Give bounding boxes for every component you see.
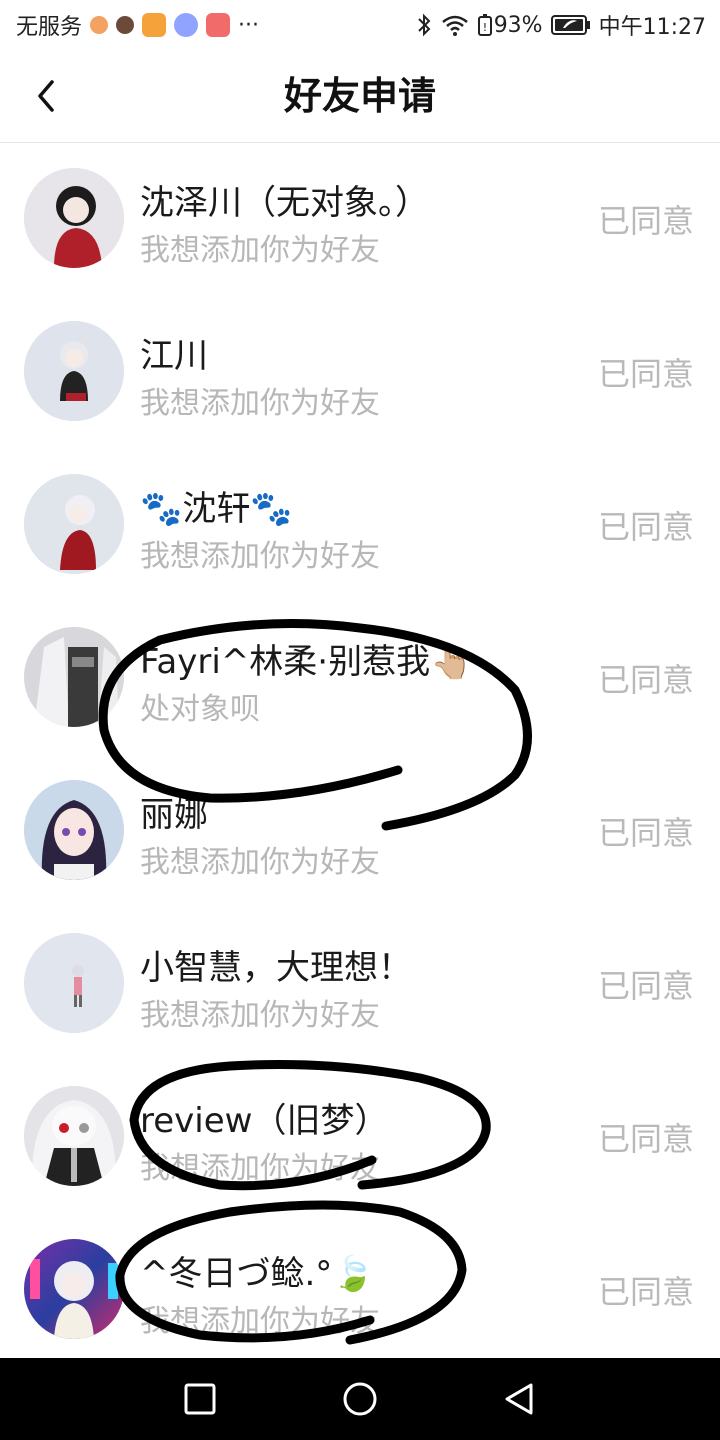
request-message: 我想添加你为好友 (140, 386, 380, 421)
request-name: review（旧梦） (140, 1101, 389, 1141)
avatar[interactable] (24, 1086, 124, 1186)
request-name: 江川 (140, 336, 208, 376)
back-nav-button[interactable] (499, 1378, 541, 1420)
status-bar: 无服务 ··· ! 93% 中午11:27 (0, 0, 720, 50)
request-message: 我想添加你为好友 (140, 998, 380, 1033)
request-message: 我想添加你为好友 (140, 1304, 380, 1339)
status-label: 已同意 (597, 967, 694, 1005)
request-name: 沈泽川（无对象。） (140, 183, 429, 223)
status-label: 已同意 (597, 814, 694, 852)
more-notifications: ··· (238, 12, 259, 38)
paw-emoji: 🐾 (250, 489, 293, 529)
notification-icon (116, 16, 135, 34)
header-bar: 好友申请 (0, 50, 720, 143)
battery-icon (550, 15, 590, 35)
status-label: 已同意 (597, 508, 694, 546)
request-name: ^冬日づ鲶.°🍃 (140, 1254, 375, 1294)
request-name: 丽娜 (140, 795, 208, 835)
battery-saver-icon: ! (477, 14, 492, 36)
page-title: 好友申请 (283, 74, 436, 118)
carrier-label: 无服务 (16, 15, 83, 40)
home-button[interactable] (339, 1378, 381, 1420)
clock: 中午11:27 (598, 15, 706, 40)
request-message: 我想添加你为好友 (140, 539, 380, 574)
request-message: 我想添加你为好友 (140, 1151, 380, 1186)
status-label: 已同意 (597, 355, 694, 393)
svg-text:!: ! (482, 21, 486, 34)
leaf-emoji: 🍃 (332, 1254, 375, 1294)
avatar[interactable] (24, 933, 124, 1033)
pointing-emoji: 👆🏼 (430, 642, 473, 682)
back-triangle-icon (505, 1383, 533, 1415)
music-app-icon (174, 13, 199, 37)
avatar[interactable] (24, 627, 124, 727)
avatar[interactable] (24, 780, 124, 880)
request-message: 我想添加你为好友 (140, 845, 380, 880)
paw-emoji: 🐾 (140, 489, 183, 529)
friend-request-list: 沈泽川（无对象。） 我想添加你为好友 已同意 江川 我想添加你为好友 已同意 🐾… (0, 143, 720, 1367)
status-label: 已同意 (597, 1273, 694, 1311)
recents-button[interactable] (179, 1378, 221, 1420)
battery-percent: 93% (493, 12, 543, 38)
list-item[interactable]: ^冬日づ鲶.°🍃 我想添加你为好友 已同意 (0, 1214, 720, 1367)
request-name: 小智慧，大理想！ (140, 948, 412, 988)
list-item[interactable]: 沈泽川（无对象。） 我想添加你为好友 已同意 (0, 143, 720, 296)
request-message: 处对象呗 (140, 692, 260, 727)
request-message: 我想添加你为好友 (140, 233, 380, 268)
list-item[interactable]: 江川 我想添加你为好友 已同意 (0, 296, 720, 449)
list-item[interactable]: 丽娜 我想添加你为好友 已同意 (0, 755, 720, 908)
notification-icon (90, 16, 109, 34)
status-label: 已同意 (597, 661, 694, 699)
status-bar-right: ! 93% 中午11:27 (416, 9, 706, 41)
list-item[interactable]: 🐾沈轩🐾 我想添加你为好友 已同意 (0, 449, 720, 602)
avatar[interactable] (24, 474, 124, 574)
recents-square-icon (184, 1383, 216, 1415)
avatar[interactable] (24, 321, 124, 421)
avatar[interactable] (24, 168, 124, 268)
request-name: Fayri^林柔·别惹我👆🏼 (140, 642, 473, 682)
request-name: 🐾沈轩🐾 (140, 489, 293, 529)
home-circle-icon (343, 1382, 377, 1416)
status-label: 已同意 (597, 202, 694, 240)
list-item[interactable]: 小智慧，大理想！ 我想添加你为好友 已同意 (0, 908, 720, 1061)
system-navigation-bar (0, 1358, 720, 1440)
shopping-app-icon (206, 13, 231, 37)
bluetooth-icon (417, 13, 431, 37)
list-item[interactable]: review（旧梦） 我想添加你为好友 已同意 (0, 1061, 720, 1214)
status-bar-left: 无服务 ··· (16, 9, 259, 41)
list-item[interactable]: Fayri^林柔·别惹我👆🏼 处对象呗 已同意 (0, 602, 720, 755)
status-label: 已同意 (597, 1120, 694, 1158)
wifi-icon (441, 15, 468, 36)
avatar[interactable] (24, 1239, 124, 1339)
video-app-icon (142, 13, 167, 37)
